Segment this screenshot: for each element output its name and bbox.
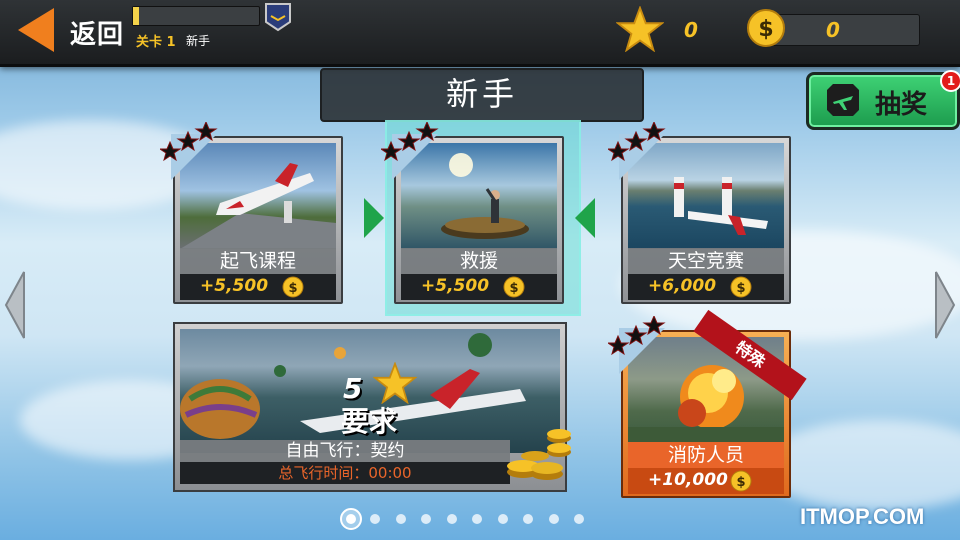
top-bar: 返回 关卡 1 新手 0 $ 0 bbox=[0, 0, 960, 67]
free-flight-name: 自由飞行：契约 bbox=[180, 440, 510, 462]
rank-badge-icon bbox=[265, 3, 291, 32]
back-button[interactable]: 返回 bbox=[8, 6, 138, 54]
pagination-dot[interactable] bbox=[446, 514, 457, 524]
selected-arrow-left-icon bbox=[364, 198, 384, 238]
mission-name: 消防人员 bbox=[628, 442, 784, 468]
pagination-dot[interactable] bbox=[395, 514, 406, 524]
mission-stars-icon bbox=[608, 316, 666, 356]
level-progress-fill bbox=[133, 7, 140, 25]
mission-stars-icon bbox=[160, 122, 218, 162]
mission-reward-strip: +5,500 $ bbox=[180, 274, 336, 300]
mission-reward-strip: +5,500 $ bbox=[401, 274, 557, 300]
level-number: 关卡 1 bbox=[136, 35, 176, 50]
mission-reward-strip: +10,000 $ bbox=[628, 468, 784, 494]
mission-name: 起飞课程 bbox=[180, 248, 336, 274]
mission-stars-icon bbox=[608, 122, 666, 162]
selected-arrow-right-icon bbox=[575, 198, 595, 238]
coin-pile-icon bbox=[507, 429, 571, 480]
pagination-dot[interactable] bbox=[421, 514, 431, 524]
nav-right-icon[interactable] bbox=[934, 270, 956, 340]
lottery-button[interactable]: 抽奖 bbox=[806, 72, 960, 130]
level-progress-bar bbox=[132, 6, 260, 26]
nav-left-icon[interactable] bbox=[4, 270, 26, 340]
coin-icon: $ bbox=[282, 276, 304, 298]
svg-text:$: $ bbox=[736, 281, 745, 296]
pagination-dot[interactable] bbox=[574, 514, 584, 524]
free-flight-card[interactable]: 5 要求 自由飞行：契约 总飞行时间：00:00 bbox=[173, 322, 571, 492]
star-icon bbox=[616, 6, 664, 52]
coins-count: 0 bbox=[826, 18, 840, 42]
star-icon bbox=[373, 362, 417, 404]
coin-icon: $ bbox=[747, 9, 785, 47]
lottery-plane-icon bbox=[827, 84, 859, 116]
notification-badge: 1 bbox=[940, 70, 960, 92]
watermark: ITMOP.COM bbox=[800, 504, 925, 529]
mission-reward: +6,000 bbox=[648, 276, 717, 296]
mission-reward: +5,500 bbox=[200, 276, 269, 296]
back-arrow-icon bbox=[18, 8, 54, 52]
mission-reward: +10,000 bbox=[648, 470, 728, 490]
pagination-dot[interactable] bbox=[497, 514, 508, 524]
lottery-label: 抽奖 bbox=[875, 90, 928, 120]
back-label: 返回 bbox=[70, 20, 125, 50]
mission-reward: +5,500 bbox=[421, 276, 490, 296]
pagination-dot[interactable] bbox=[472, 514, 482, 524]
coin-icon: $ bbox=[503, 276, 525, 298]
mission-name: 救援 bbox=[401, 248, 557, 274]
level-name: 新手 bbox=[186, 34, 211, 48]
page-title: 新手 bbox=[320, 68, 644, 122]
coin-icon: $ bbox=[730, 470, 752, 492]
pagination-dot[interactable] bbox=[523, 514, 533, 524]
coin-icon: $ bbox=[730, 276, 752, 298]
pagination-dot[interactable] bbox=[370, 514, 380, 524]
mission-reward-strip: +6,000 $ bbox=[628, 274, 784, 300]
required-label: 要求 bbox=[341, 405, 398, 438]
svg-text:$: $ bbox=[288, 281, 297, 296]
total-flight-time: 总飞行时间：00:00 bbox=[180, 462, 510, 484]
svg-text:$: $ bbox=[736, 475, 745, 490]
svg-text:$: $ bbox=[758, 17, 773, 42]
pagination-dot[interactable] bbox=[548, 514, 559, 524]
stars-count: 0 bbox=[684, 18, 698, 42]
svg-text:$: $ bbox=[509, 281, 518, 296]
mission-stars-icon bbox=[381, 122, 439, 162]
mission-name: 天空竞赛 bbox=[628, 248, 784, 274]
coins-field bbox=[768, 14, 920, 46]
pagination-dot[interactable] bbox=[340, 508, 362, 530]
